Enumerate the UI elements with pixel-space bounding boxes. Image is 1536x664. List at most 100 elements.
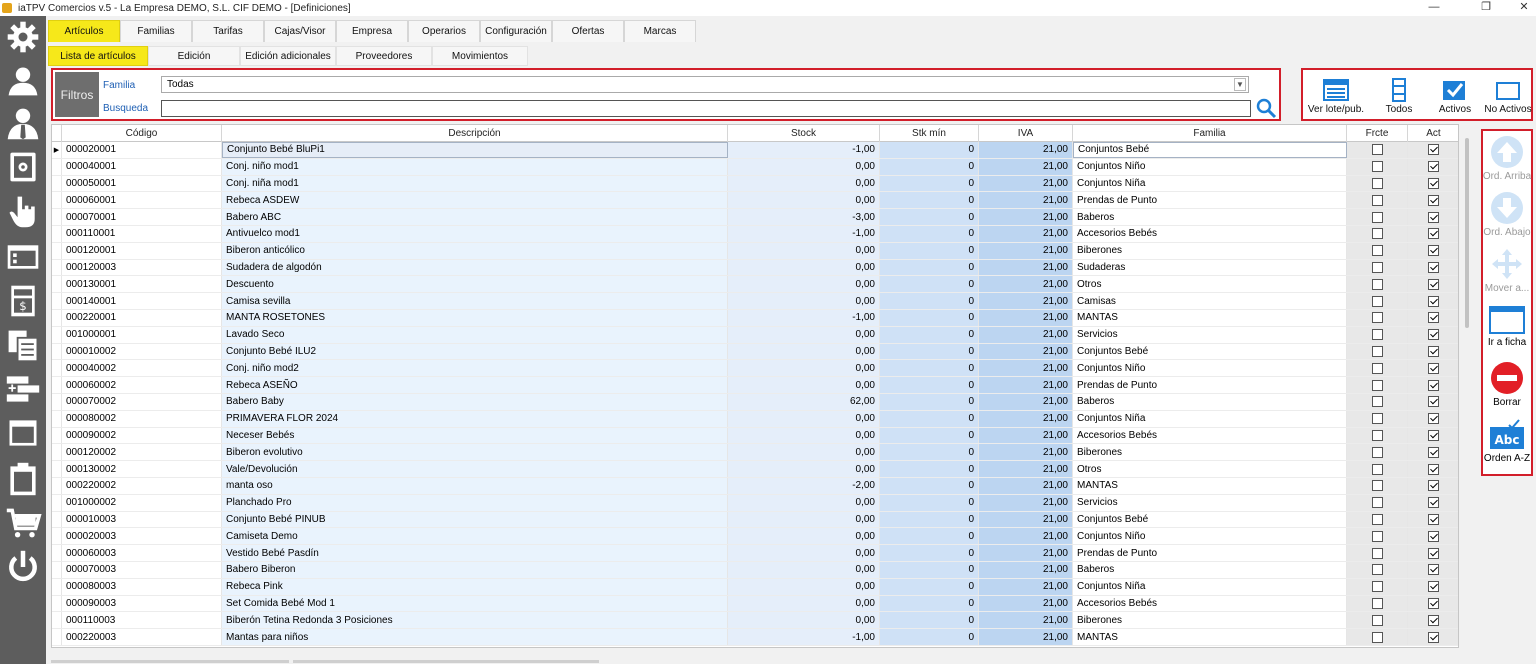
- cell-descripcion[interactable]: Lavado Seco: [222, 326, 728, 343]
- cell-stk-min[interactable]: 0: [880, 578, 979, 595]
- checkbox-unchecked[interactable]: [1371, 564, 1383, 576]
- checkbox-unchecked[interactable]: [1371, 513, 1383, 525]
- cell-stk-min[interactable]: 0: [880, 393, 979, 410]
- cell-stock[interactable]: 0,00: [728, 461, 880, 477]
- subtab-movimientos[interactable]: Movimientos: [432, 46, 528, 66]
- cell-iva[interactable]: 21,00: [979, 209, 1073, 225]
- cell-familia[interactable]: MANTAS: [1073, 629, 1347, 645]
- cell-familia[interactable]: Accesorios Bebés: [1073, 225, 1347, 242]
- row-indicator[interactable]: [52, 276, 62, 293]
- cell-stock[interactable]: -2,00: [728, 477, 880, 494]
- checkbox-unchecked[interactable]: [1371, 161, 1383, 173]
- row-indicator[interactable]: [52, 242, 62, 259]
- cell-familia[interactable]: Biberones: [1073, 444, 1347, 461]
- checkbox-unchecked[interactable]: [1371, 429, 1383, 441]
- row-indicator[interactable]: [52, 377, 62, 393]
- cell-familia[interactable]: Biberones: [1073, 242, 1347, 259]
- cell-stock[interactable]: 0,00: [728, 276, 880, 293]
- cell-descripcion[interactable]: Biberón Tetina Redonda 3 Posiciones: [222, 612, 728, 629]
- cell-familia[interactable]: Conjuntos Niña: [1073, 175, 1347, 192]
- cell-iva[interactable]: 21,00: [979, 410, 1073, 427]
- cell-descripcion[interactable]: Neceser Bebés: [222, 427, 728, 444]
- cell-stock[interactable]: 0,00: [728, 158, 880, 175]
- sidebar-safe-button[interactable]: [0, 148, 46, 186]
- search-button[interactable]: [1255, 97, 1277, 119]
- cell-codigo[interactable]: 000060003: [62, 545, 222, 561]
- cell-descripcion[interactable]: PRIMAVERA FLOR 2024: [222, 410, 728, 427]
- cell-descripcion[interactable]: Babero Biberon: [222, 561, 728, 578]
- tab-articulos[interactable]: Artículos: [48, 20, 120, 42]
- cell-descripcion[interactable]: manta oso: [222, 477, 728, 494]
- checkbox-unchecked[interactable]: [1371, 295, 1383, 307]
- cell-stock[interactable]: 0,00: [728, 494, 880, 511]
- row-indicator[interactable]: [52, 225, 62, 242]
- table-row[interactable]: 000220003 Mantas para niños -1,00 0 21,00 MAN…: [52, 629, 1458, 646]
- cell-stk-min[interactable]: 0: [880, 410, 979, 427]
- tab-familias[interactable]: Familias: [120, 20, 192, 42]
- cell-descripcion[interactable]: Set Comida Bebé Mod 1: [222, 595, 728, 612]
- cell-stk-min[interactable]: 0: [880, 494, 979, 511]
- cell-familia[interactable]: Conjuntos Bebé: [1073, 343, 1347, 360]
- checkbox-unchecked[interactable]: [1371, 278, 1383, 290]
- table-row[interactable]: 000220001 MANTA ROSETONES -1,00 0 21,00 MANTA…: [52, 309, 1458, 327]
- row-indicator[interactable]: [52, 511, 62, 528]
- ord-arriba-button[interactable]: Ord. Arriba: [1483, 135, 1531, 182]
- checkbox-checked[interactable]: [1428, 329, 1439, 341]
- cell-codigo[interactable]: 000070002: [62, 393, 222, 410]
- cell-codigo[interactable]: 000130001: [62, 276, 222, 293]
- cell-stock[interactable]: 0,00: [728, 259, 880, 276]
- checkbox-checked[interactable]: [1428, 194, 1439, 206]
- table-row[interactable]: 000220002 manta oso -2,00 0 21,00 MANTAS: [52, 477, 1458, 495]
- row-indicator[interactable]: [52, 410, 62, 427]
- tab-cajas-visor[interactable]: Cajas/Visor: [264, 20, 336, 42]
- cell-iva[interactable]: 21,00: [979, 561, 1073, 578]
- cell-descripcion[interactable]: Rebeca Pink: [222, 578, 728, 595]
- cell-familia[interactable]: Conjuntos Niño: [1073, 528, 1347, 545]
- cell-descripcion[interactable]: Descuento: [222, 276, 728, 293]
- cell-stock[interactable]: 0,00: [728, 343, 880, 360]
- cell-descripcion[interactable]: Conj. niño mod1: [222, 158, 728, 175]
- cell-codigo[interactable]: 000020001: [62, 142, 222, 158]
- row-indicator[interactable]: [52, 175, 62, 192]
- cell-familia[interactable]: Servicios: [1073, 494, 1347, 511]
- sidebar-window-button[interactable]: [0, 414, 46, 452]
- cell-stock[interactable]: 0,00: [728, 427, 880, 444]
- cell-codigo[interactable]: 001000001: [62, 326, 222, 343]
- checkbox-checked[interactable]: [1428, 161, 1439, 173]
- cell-stock[interactable]: -1,00: [728, 309, 880, 326]
- checkbox-unchecked[interactable]: [1371, 362, 1383, 374]
- cell-codigo[interactable]: 000040002: [62, 360, 222, 377]
- mover-a-button[interactable]: Mover a...: [1483, 247, 1531, 294]
- row-indicator[interactable]: [52, 259, 62, 276]
- cell-codigo[interactable]: 000120001: [62, 242, 222, 259]
- row-indicator[interactable]: [52, 612, 62, 629]
- cell-stk-min[interactable]: 0: [880, 377, 979, 393]
- cell-stock[interactable]: -3,00: [728, 209, 880, 225]
- cell-stk-min[interactable]: 0: [880, 561, 979, 578]
- checkbox-checked[interactable]: [1428, 295, 1439, 307]
- subtab-edicion[interactable]: Edición: [148, 46, 240, 66]
- row-indicator[interactable]: [52, 360, 62, 377]
- checkbox-checked[interactable]: [1428, 362, 1439, 374]
- cell-stock[interactable]: -1,00: [728, 225, 880, 242]
- cell-descripcion[interactable]: Conjunto Bebé BluPi1: [222, 142, 728, 158]
- checkbox-checked[interactable]: [1428, 278, 1439, 290]
- cell-stk-min[interactable]: 0: [880, 511, 979, 528]
- cell-codigo[interactable]: 000020003: [62, 528, 222, 545]
- sidebar-users-button[interactable]: [0, 62, 46, 100]
- chevron-down-icon[interactable]: ▼: [1234, 78, 1246, 91]
- cell-stock[interactable]: 0,00: [728, 242, 880, 259]
- row-indicator[interactable]: [52, 393, 62, 410]
- table-row[interactable]: 000070002 Babero Baby 62,00 0 21,00 Baberos: [52, 393, 1458, 411]
- cell-iva[interactable]: 21,00: [979, 377, 1073, 393]
- cell-stock[interactable]: 0,00: [728, 175, 880, 192]
- vertical-scrollbar[interactable]: [1459, 124, 1476, 648]
- row-indicator[interactable]: [52, 158, 62, 175]
- cell-stk-min[interactable]: 0: [880, 629, 979, 645]
- cell-stk-min[interactable]: 0: [880, 528, 979, 545]
- cell-descripcion[interactable]: Antivuelco mod1: [222, 225, 728, 242]
- ir-a-ficha-button[interactable]: Ir a ficha: [1483, 305, 1531, 348]
- cell-stk-min[interactable]: 0: [880, 192, 979, 209]
- checkbox-checked[interactable]: [1428, 631, 1439, 643]
- cell-stock[interactable]: 0,00: [728, 293, 880, 309]
